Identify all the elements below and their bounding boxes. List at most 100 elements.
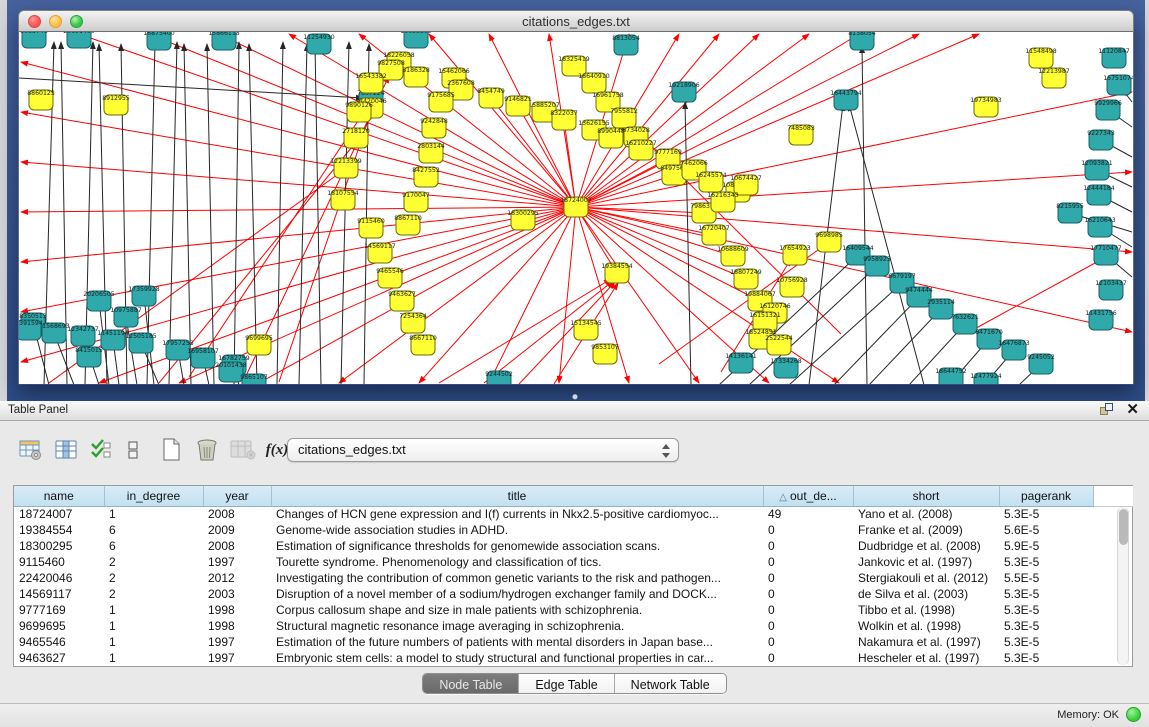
network-node[interactable]: 9245052 bbox=[1027, 354, 1055, 374]
network-node[interactable]: 8138054 bbox=[848, 32, 876, 50]
network-node[interactable]: 17654923 bbox=[779, 245, 811, 265]
network-node[interactable]: 16443794 bbox=[830, 90, 862, 110]
network-node[interactable]: 9699695 bbox=[245, 335, 273, 355]
network-edge[interactable] bbox=[834, 297, 919, 384]
network-node[interactable]: 9698985 bbox=[815, 232, 843, 252]
delete-table-button[interactable] bbox=[192, 435, 222, 465]
network-edge[interactable] bbox=[489, 207, 576, 383]
table-row[interactable]: 969969511998Structural magnetic resonanc… bbox=[14, 618, 1133, 634]
network-edge[interactable] bbox=[789, 283, 902, 384]
network-node[interactable]: 9929966 bbox=[1094, 100, 1122, 120]
network-node[interactable]: 18107554 bbox=[327, 190, 359, 210]
network-edge[interactable] bbox=[862, 46, 867, 384]
network-node[interactable]: 7955812 bbox=[610, 108, 638, 128]
network-view-canvas[interactable]: 1872400790557412069140616875400158661181… bbox=[18, 32, 1134, 384]
network-node[interactable]: 12213399 bbox=[330, 158, 362, 178]
splitter-grip[interactable] bbox=[570, 394, 580, 401]
network-edge[interactable] bbox=[21, 62, 576, 207]
network-edge[interactable] bbox=[576, 34, 809, 207]
network-edge[interactable] bbox=[419, 207, 576, 383]
network-node[interactable]: 9146821 bbox=[504, 96, 532, 116]
network-node[interactable]: 16216343 bbox=[707, 192, 739, 212]
network-node[interactable]: 2522544 bbox=[765, 335, 793, 355]
network-node[interactable]: 9958923 bbox=[863, 256, 891, 276]
table-row[interactable]: 911546021997Tourette syndrome. Phenomeno… bbox=[14, 554, 1133, 570]
network-node[interactable]: 19218906 bbox=[668, 82, 700, 102]
network-node[interactable]: 16875400 bbox=[143, 32, 175, 50]
table-row[interactable]: 2242004622012Investigating the contribut… bbox=[14, 570, 1133, 586]
network-window-titlebar[interactable]: citations_edges.txt bbox=[18, 10, 1134, 32]
column-header-year[interactable]: year bbox=[203, 486, 271, 506]
column-header-in_degree[interactable]: in_degree bbox=[104, 486, 203, 506]
network-edge[interactable] bbox=[849, 104, 924, 384]
table-row[interactable]: 946362711997Embryonic stem cells: a mode… bbox=[14, 650, 1133, 666]
network-graph[interactable]: 1872400790557412069140616875400158661181… bbox=[19, 32, 1134, 384]
network-node[interactable]: 17334268 bbox=[770, 358, 802, 378]
table-row[interactable]: 1456911722003Disruption of a novel membe… bbox=[14, 586, 1133, 602]
table-settings-button[interactable] bbox=[16, 435, 46, 465]
memory-indicator-icon[interactable] bbox=[1126, 707, 1141, 722]
network-node[interactable]: 9115460 bbox=[357, 218, 385, 238]
network-edge[interactable] bbox=[21, 162, 576, 207]
network-node[interactable]: 12213987 bbox=[1038, 68, 1070, 88]
network-node[interactable]: 15866118 bbox=[208, 32, 240, 50]
table-row[interactable]: 1938455462009Genome-wide association stu… bbox=[14, 522, 1133, 538]
network-node[interactable]: 18724007 bbox=[560, 197, 592, 217]
network-node[interactable]: 10688609 bbox=[717, 246, 749, 266]
network-node[interactable]: 12477924 bbox=[970, 373, 1002, 384]
network-node[interactable]: 17710477 bbox=[1090, 245, 1122, 265]
network-node[interactable]: 18640910 bbox=[578, 73, 610, 93]
network-edge[interactable] bbox=[169, 42, 177, 384]
row-height-button[interactable] bbox=[118, 435, 148, 465]
tab-network-table[interactable]: Network Table bbox=[615, 674, 726, 693]
network-node[interactable]: 9244502 bbox=[485, 371, 513, 384]
network-node[interactable]: 14569117 bbox=[364, 243, 396, 263]
network-edge[interactable] bbox=[559, 207, 576, 383]
network-node[interactable]: 18807249 bbox=[730, 269, 762, 289]
network-node[interactable]: 9853107 bbox=[591, 344, 619, 364]
column-header-pagerank[interactable]: pagerank bbox=[999, 486, 1093, 506]
network-node[interactable]: 15751074 bbox=[1103, 75, 1134, 95]
network-node[interactable]: 10756928 bbox=[776, 277, 808, 297]
network-node[interactable]: 12505185 bbox=[125, 333, 157, 353]
table-row[interactable]: 946554611997Estimation of the future num… bbox=[14, 634, 1133, 650]
select-rows-button[interactable] bbox=[86, 435, 116, 465]
network-node[interactable]: 20691406 bbox=[63, 32, 95, 48]
network-node[interactable]: 12093821 bbox=[1081, 160, 1113, 180]
network-node[interactable]: 8813054 bbox=[612, 35, 640, 55]
network-node[interactable]: 8667110 bbox=[409, 335, 437, 355]
network-node[interactable]: 12342737 bbox=[67, 326, 99, 346]
network-node[interactable]: 14136141 bbox=[725, 353, 757, 373]
network-node[interactable]: 9865107 bbox=[240, 374, 268, 384]
tab-edge-table[interactable]: Edge Table bbox=[519, 674, 614, 693]
network-node[interactable]: 2803144 bbox=[417, 143, 445, 163]
network-node[interactable]: 19384554 bbox=[601, 263, 633, 283]
network-node[interactable]: 15134545 bbox=[570, 320, 602, 340]
network-node[interactable]: 9890126 bbox=[345, 102, 373, 122]
network-node[interactable]: 19734983 bbox=[970, 97, 1002, 117]
column-header-title[interactable]: title bbox=[271, 486, 763, 506]
table-scrollbar-thumb[interactable] bbox=[1119, 509, 1128, 545]
network-node[interactable]: 2718120 bbox=[342, 128, 370, 148]
network-node[interactable]: 8415015 bbox=[75, 347, 103, 367]
tab-node-table[interactable]: Node Table bbox=[423, 674, 519, 693]
network-edge[interactable] bbox=[279, 112, 371, 382]
table-header-row[interactable]: namein_degreeyeartitle△out_de...shortpag… bbox=[14, 486, 1133, 506]
network-node[interactable]: 11431756 bbox=[1085, 310, 1117, 330]
network-edge[interactable] bbox=[19, 78, 363, 98]
network-node[interactable]: 7485083 bbox=[787, 125, 815, 145]
table-scrollbar[interactable] bbox=[1117, 507, 1129, 665]
network-node[interactable]: 7254364 bbox=[399, 313, 427, 333]
new-file-button[interactable] bbox=[156, 435, 186, 465]
network-node[interactable]: 11568693 bbox=[38, 323, 70, 343]
network-node[interactable]: 8860123 bbox=[27, 90, 55, 110]
network-node[interactable]: 9170047 bbox=[402, 192, 430, 212]
network-node[interactable]: 16476873 bbox=[998, 340, 1030, 360]
network-node[interactable]: 16033809 bbox=[400, 32, 432, 48]
network-edge[interactable] bbox=[21, 112, 576, 207]
network-node[interactable]: 9465546 bbox=[376, 268, 404, 288]
close-panel-icon[interactable]: ✕ bbox=[1126, 403, 1139, 417]
network-node[interactable]: 8454749 bbox=[477, 88, 505, 108]
network-node[interactable]: 16720407 bbox=[698, 225, 730, 245]
network-node[interactable]: 11254930 bbox=[303, 34, 335, 54]
